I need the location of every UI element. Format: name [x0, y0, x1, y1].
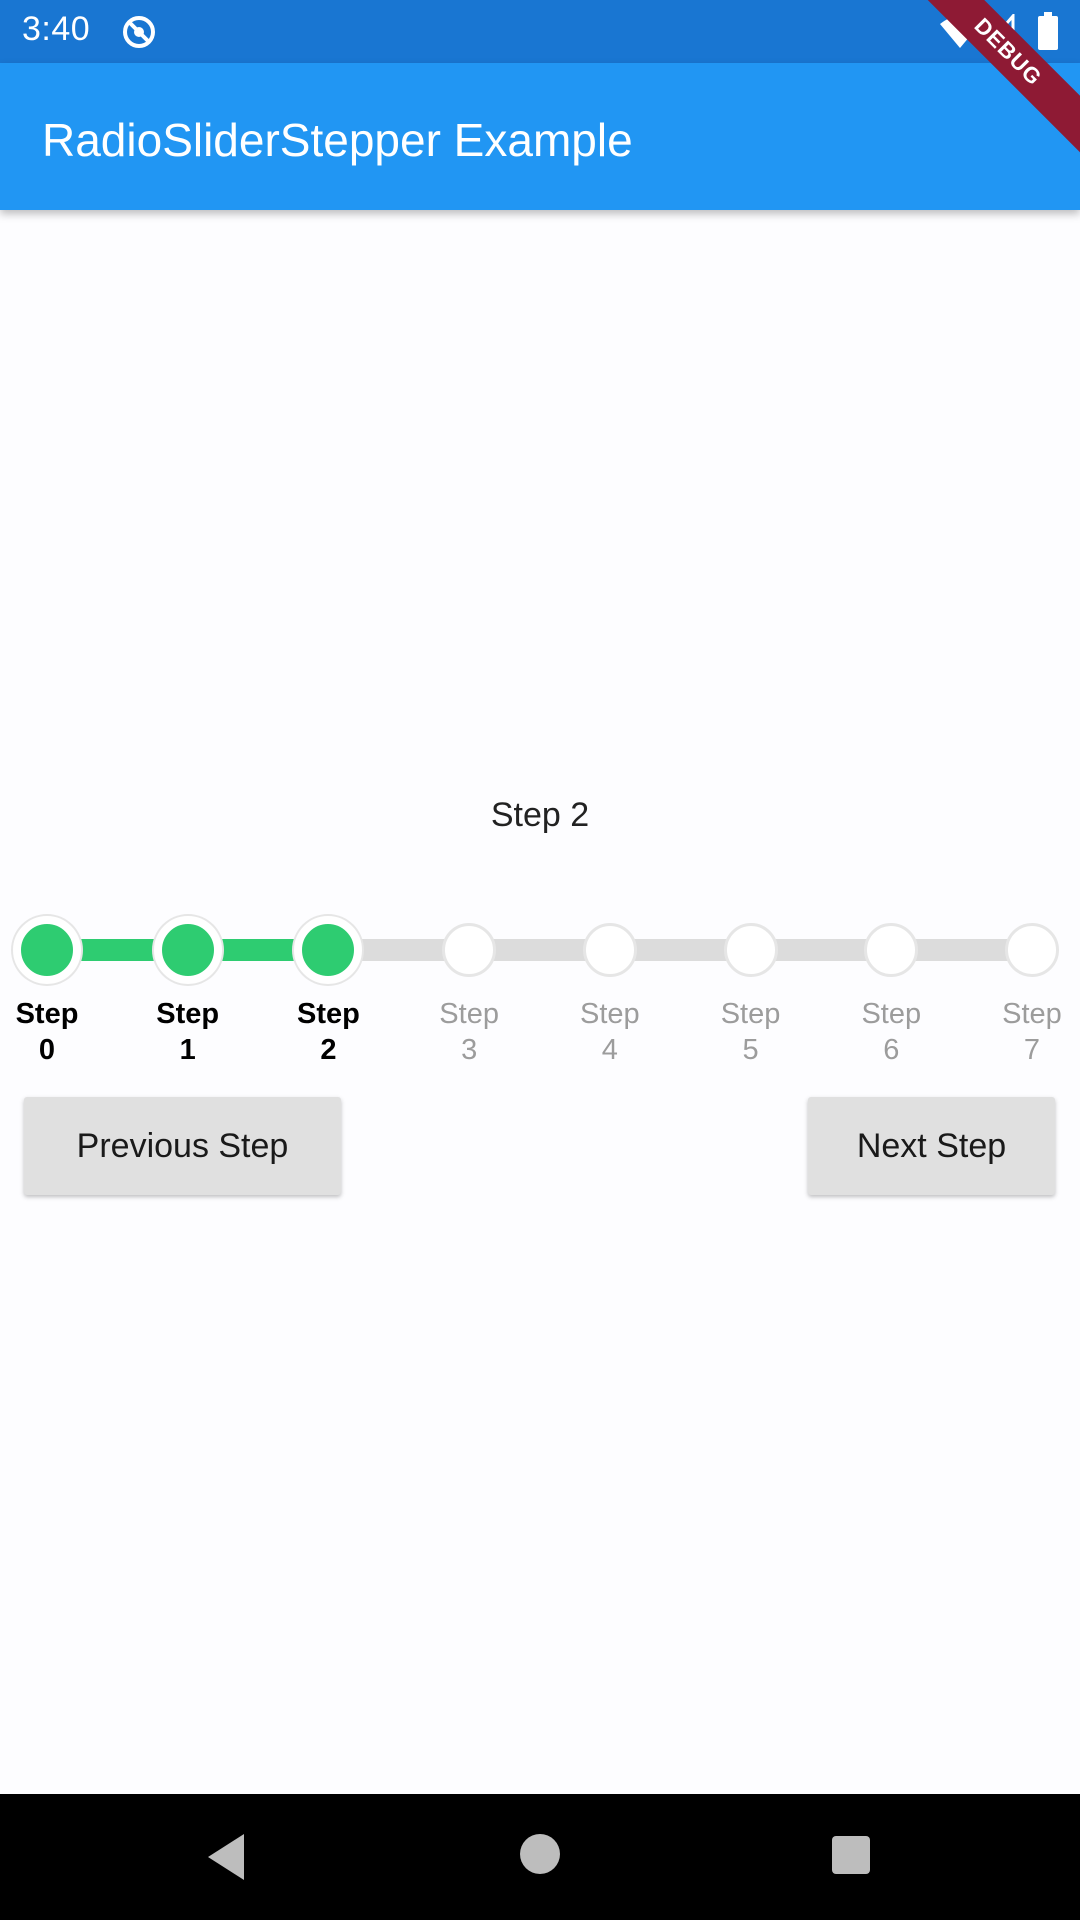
step-label-4: Step 4 [560, 996, 660, 1068]
step-label-word: Step [580, 998, 640, 1030]
step-label-0: Step 0 [0, 996, 97, 1068]
radio-slider-stepper[interactable]: Step 0 Step 1 Step 2 Step 3 Step 4 Step 5 Step 6 Step 7 [0, 900, 1080, 1070]
next-step-button[interactable]: Next Step [808, 1097, 1055, 1195]
step-node-0[interactable] [13, 916, 81, 984]
step-node-7[interactable] [1005, 923, 1059, 977]
status-time: 3:40 [22, 10, 91, 48]
step-label-word: Step [861, 998, 922, 1030]
step-node-2[interactable] [294, 916, 363, 984]
step-label-word: Step [15, 998, 79, 1030]
battery-icon [1038, 12, 1058, 50]
step-label-number: 6 [883, 1034, 900, 1066]
status-bar: 3:40 [0, 0, 1080, 63]
home-icon[interactable] [520, 1834, 560, 1874]
step-node-3[interactable] [442, 923, 497, 977]
step-label-word: Step [1002, 998, 1062, 1030]
step-label-number: 5 [742, 1034, 759, 1066]
step-label-number: 4 [601, 1034, 618, 1066]
step-node-1[interactable] [153, 916, 222, 984]
step-label-3: Step 3 [419, 996, 519, 1068]
step-node-5[interactable] [723, 923, 778, 977]
navigation-bar [0, 1794, 1080, 1920]
back-icon[interactable] [204, 1832, 254, 1882]
app-bar: RadioSliderStepper Example [0, 63, 1080, 210]
step-label-word: Step [297, 998, 360, 1030]
step-label-7: Step 7 [982, 996, 1080, 1068]
step-label-number: 7 [1023, 1034, 1041, 1066]
step-node-4[interactable] [582, 923, 637, 977]
step-label-number: 3 [461, 1034, 478, 1066]
step-node-6[interactable] [864, 923, 919, 977]
recent-apps-icon[interactable] [832, 1836, 870, 1874]
step-label-2: Step 2 [278, 996, 378, 1068]
step-label-1: Step 1 [138, 996, 238, 1068]
previous-step-button[interactable]: Previous Step [24, 1097, 341, 1195]
app-title: RadioSliderStepper Example [42, 114, 633, 166]
step-label-number: 1 [179, 1034, 196, 1066]
step-label-6: Step 6 [841, 996, 941, 1068]
step-label-word: Step [720, 998, 781, 1030]
step-label-5: Step 5 [701, 996, 801, 1068]
step-label-word: Step [439, 998, 499, 1030]
step-label-number: 2 [320, 1034, 337, 1066]
current-step-label: Step 2 [490, 796, 590, 834]
sync-off-icon [123, 16, 155, 48]
step-label-word: Step [156, 998, 220, 1030]
step-label-number: 0 [38, 1034, 56, 1066]
